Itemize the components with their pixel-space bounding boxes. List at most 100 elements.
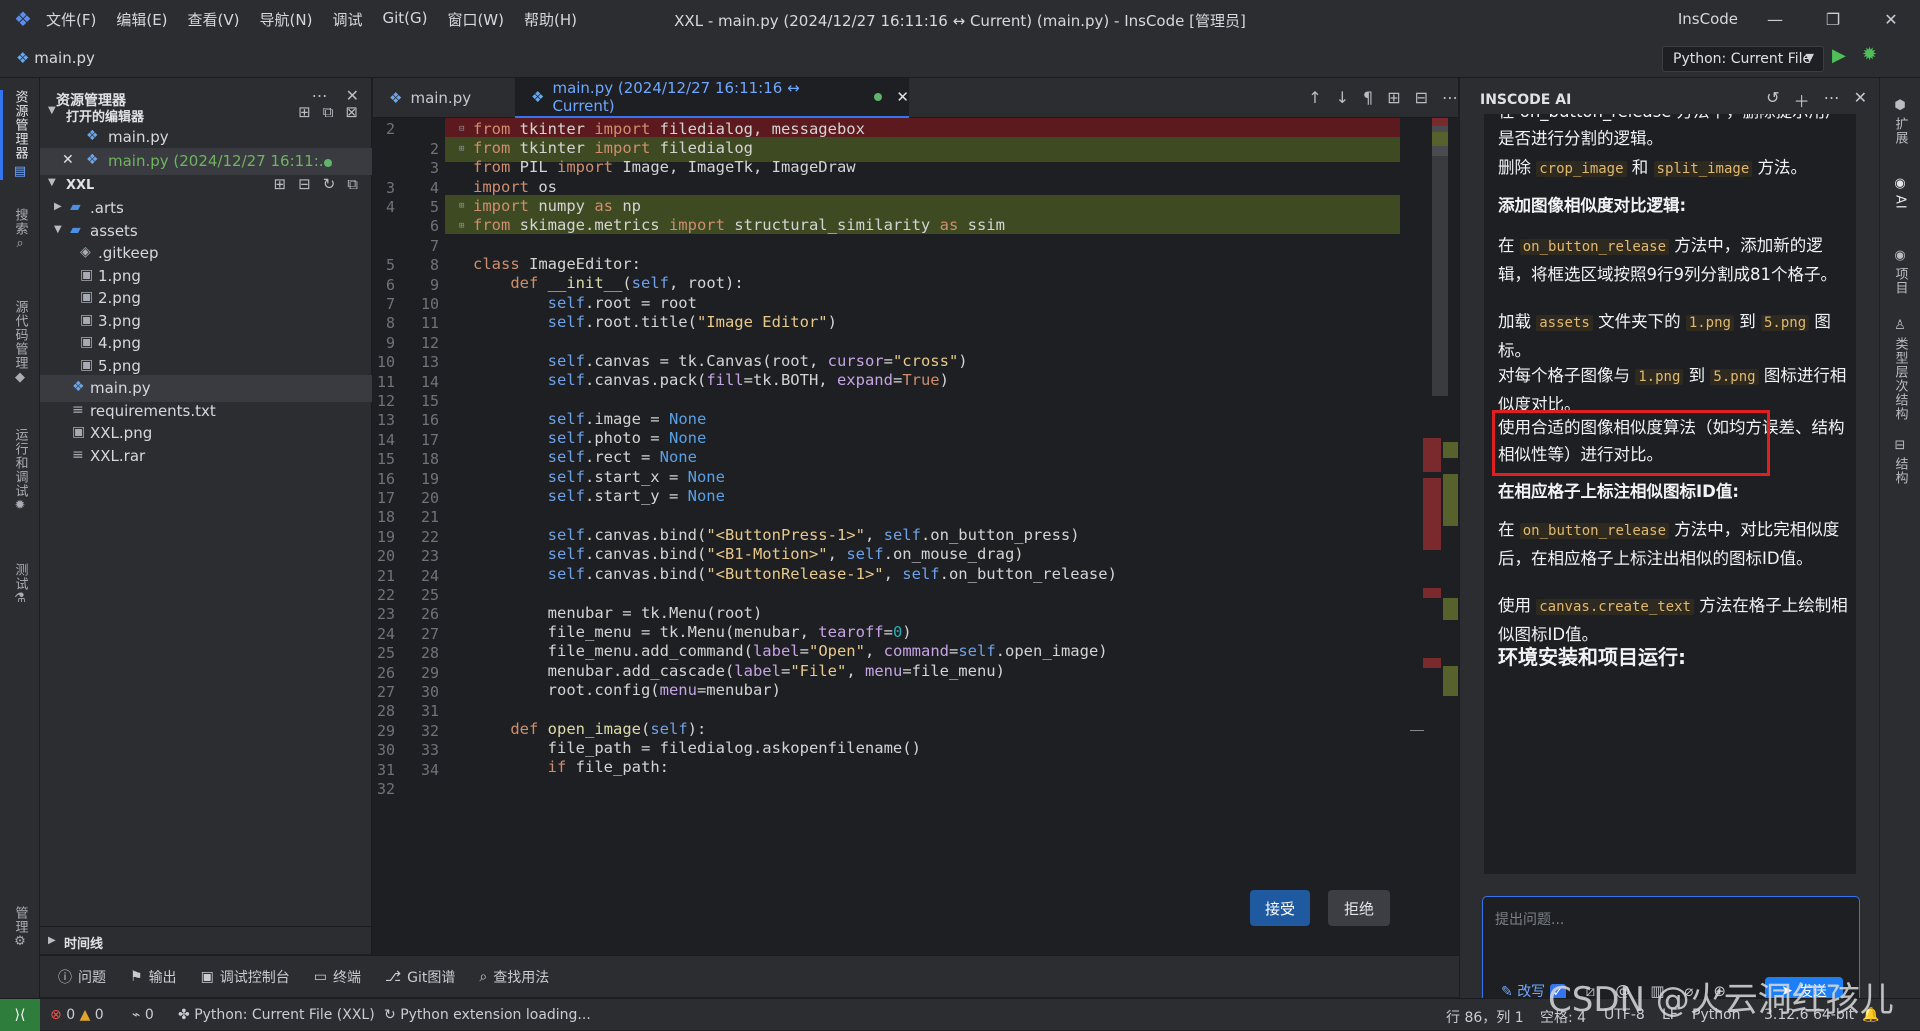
activity-search[interactable]: 搜索 ⌕ bbox=[0, 208, 40, 268]
close-icon[interactable]: ✕ bbox=[62, 152, 74, 168]
ports-icon: ⌁ bbox=[132, 1007, 141, 1023]
right-extensions[interactable]: ⬢ 扩展 bbox=[1880, 98, 1920, 145]
folder-open-icon: ▰ bbox=[70, 222, 81, 238]
line-number-right: 7 bbox=[429, 236, 439, 255]
more-icon[interactable]: ⋯ bbox=[1442, 88, 1458, 107]
line-number-left: 32 bbox=[376, 780, 395, 798]
accept-button[interactable]: 接受 bbox=[1250, 890, 1310, 926]
tab-problems[interactable]: ⓘ 问题 bbox=[58, 967, 106, 987]
python-file-icon: ❖ bbox=[86, 128, 99, 144]
ai-chat-content[interactable]: 在 on_button_release 方法中，删除提示用户是否进行分割的逻辑。… bbox=[1484, 114, 1856, 874]
tab-git-graph[interactable]: ⎇ Git图谱 bbox=[385, 967, 455, 987]
open-editor-item[interactable]: ✕ ❖ main.py (2024/12/27 16:11:... bbox=[40, 148, 372, 175]
menu-window[interactable]: 窗口(W) bbox=[447, 9, 504, 30]
line-number-right: 3 bbox=[429, 159, 439, 178]
ai-heading: 添加图像相似度对比逻辑: bbox=[1498, 196, 1687, 215]
text-file-icon: ≡ bbox=[72, 447, 84, 463]
right-ai[interactable]: ◉ AI bbox=[1880, 176, 1920, 210]
close-all-icon[interactable]: ⊠ bbox=[345, 103, 358, 121]
modified-dot bbox=[324, 159, 332, 167]
reject-button[interactable]: 拒绝 bbox=[1328, 890, 1390, 926]
history-icon[interactable]: ↺ bbox=[1766, 88, 1779, 112]
new-folder-icon[interactable]: ⊟ bbox=[298, 175, 311, 193]
open-editor-item[interactable]: ❖ main.py bbox=[40, 124, 372, 151]
run-config-select[interactable]: Python: Current File ▼ bbox=[1662, 46, 1824, 72]
inline-diff-icon[interactable]: ⊞ bbox=[1387, 88, 1400, 107]
menu-git[interactable]: Git(G) bbox=[382, 9, 427, 30]
line-number-right: 9 bbox=[429, 275, 439, 294]
extensions-icon: ⬢ bbox=[1894, 98, 1906, 113]
tab-main-py-diff[interactable]: ❖ main.py (2024/12/27 16:11:16 ↔ Current)… bbox=[515, 78, 909, 118]
maximize-icon[interactable]: ❐ bbox=[1804, 0, 1862, 38]
menu-file[interactable]: 文件(F) bbox=[46, 9, 96, 30]
explorer-panel: 资源管理器 ⋯ ✕ ▼ 打开的编辑器 ⊞ ⧉ ⊠ ❖ main.py ✕ ❖ mai… bbox=[40, 78, 372, 954]
overview-added-mark bbox=[1443, 474, 1458, 526]
arrow-up-icon[interactable]: ↑ bbox=[1308, 88, 1321, 107]
menu-debug[interactable]: 调试 bbox=[332, 9, 362, 30]
line-number-right: 6 bbox=[429, 217, 439, 236]
new-file-icon[interactable]: ⊞ bbox=[298, 103, 311, 121]
remote-icon[interactable]: ⟩⟨ bbox=[0, 999, 40, 1031]
tab-output[interactable]: ⚑ 输出 bbox=[130, 967, 177, 987]
debug-icon[interactable]: ✹ bbox=[1862, 44, 1877, 65]
close-tab-icon[interactable]: ✕ bbox=[896, 88, 909, 106]
activity-explorer[interactable]: 资源管理器 ▤ bbox=[0, 90, 40, 180]
tree-item-xxlrar[interactable]: ≡ XXL.rar bbox=[40, 443, 372, 470]
split-icon[interactable]: ⊟ bbox=[1415, 88, 1428, 107]
menu-view[interactable]: 查看(V) bbox=[188, 9, 240, 30]
status-loading: ↻ Python extension loading... bbox=[384, 1007, 591, 1023]
status-position[interactable]: 行 86，列 1 bbox=[1446, 1007, 1524, 1027]
image-file-icon: ▣ bbox=[80, 289, 94, 305]
save-all-icon[interactable]: ⧉ bbox=[323, 103, 334, 121]
activity-run-debug[interactable]: 运行和调试 ✹ bbox=[0, 428, 40, 538]
menu-edit[interactable]: 编辑(E) bbox=[116, 9, 167, 30]
right-project[interactable]: ◉ 项目 bbox=[1880, 248, 1920, 295]
overview-added-mark bbox=[1443, 598, 1458, 620]
status-problems[interactable]: ⊗ 0 ▲ 0 bbox=[50, 1007, 104, 1023]
close-icon[interactable]: ✕ bbox=[1854, 88, 1867, 112]
tab-main-py[interactable]: ❖ main.py bbox=[373, 78, 515, 118]
right-structure[interactable]: ⊟ 结构 bbox=[1880, 438, 1920, 485]
app-logo-icon: ❖ bbox=[14, 7, 32, 31]
output-icon: ⚑ bbox=[130, 968, 143, 985]
arrow-down-icon[interactable]: ↓ bbox=[1336, 88, 1349, 107]
status-interpreter[interactable]: ✤ Python: Current File (XXL) bbox=[178, 1007, 375, 1023]
line-number-right: 11 bbox=[420, 314, 439, 333]
more-icon[interactable]: ⋯ bbox=[1824, 88, 1840, 112]
status-ports[interactable]: ⌁ 0 bbox=[132, 1007, 154, 1023]
window-controls: — ❐ ✕ bbox=[1746, 0, 1920, 38]
activity-test[interactable]: 测试 ⚗ bbox=[0, 563, 40, 623]
line-number-right: 8 bbox=[429, 256, 439, 275]
image-file-icon: ▣ bbox=[80, 312, 94, 328]
activity-manage[interactable]: 管理 ⚙ bbox=[0, 906, 40, 976]
menu-navigate[interactable]: 导航(N) bbox=[260, 9, 313, 30]
line-number-left: 29 bbox=[376, 721, 395, 740]
line-number-right: 28 bbox=[420, 644, 439, 663]
breadcrumb-bar: ❖ main.py bbox=[0, 38, 1920, 78]
tab-terminal[interactable]: ▭ 终端 bbox=[314, 967, 361, 987]
whitespace-icon[interactable]: ¶ bbox=[1363, 88, 1373, 107]
text-file-icon: ≡ bbox=[72, 402, 84, 418]
tab-find-usages[interactable]: ⌕ 查找用法 bbox=[479, 967, 549, 987]
new-file-icon[interactable]: ⊞ bbox=[274, 175, 287, 193]
timeline-section[interactable]: ▶ 时间线 bbox=[40, 926, 372, 954]
tab-debug-console[interactable]: ▣ 调试控制台 bbox=[201, 967, 290, 987]
line-number-right: 13 bbox=[420, 353, 439, 372]
activity-scm[interactable]: 源代码管理 ◆ bbox=[0, 300, 40, 410]
warning-icon: ▲ bbox=[79, 1007, 91, 1023]
menu-help[interactable]: 帮助(H) bbox=[524, 9, 577, 30]
chevron-down-icon: ▼ bbox=[48, 105, 56, 116]
plus-icon[interactable]: ＋ bbox=[1794, 88, 1810, 112]
line-number-right: 21 bbox=[420, 508, 439, 527]
chevron-right-icon: ▶ bbox=[48, 935, 56, 946]
right-type-hierarchy[interactable]: ♙ 类型层次结构 bbox=[1880, 318, 1920, 421]
close-window-icon[interactable]: ✕ bbox=[1862, 0, 1920, 38]
run-icon[interactable]: ▶ bbox=[1832, 45, 1846, 66]
scrollbar-track[interactable] bbox=[1432, 156, 1448, 396]
refresh-icon[interactable]: ↻ bbox=[323, 175, 336, 193]
breadcrumb[interactable]: ❖ main.py bbox=[16, 49, 95, 67]
minimize-icon[interactable]: — bbox=[1746, 0, 1804, 38]
diff-editor[interactable]: 1122334456758697108119121013111412151316… bbox=[373, 118, 1458, 954]
collapse-all-icon[interactable]: ⧉ bbox=[347, 175, 358, 193]
open-editors-section[interactable]: ▼ 打开的编辑器 ⊞ ⧉ ⊠ bbox=[40, 102, 372, 126]
